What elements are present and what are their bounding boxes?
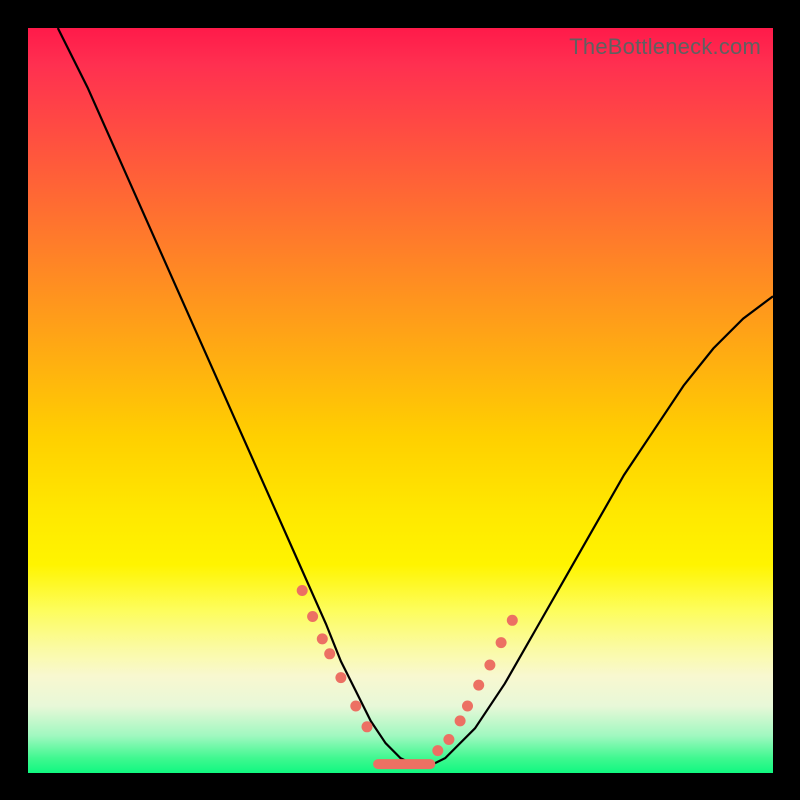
chart-plot-area: TheBottleneck.com <box>28 28 773 773</box>
watermark-text: TheBottleneck.com <box>569 34 761 60</box>
chart-svg <box>28 28 773 773</box>
curve-line <box>58 28 773 766</box>
marker-dots <box>297 585 518 764</box>
